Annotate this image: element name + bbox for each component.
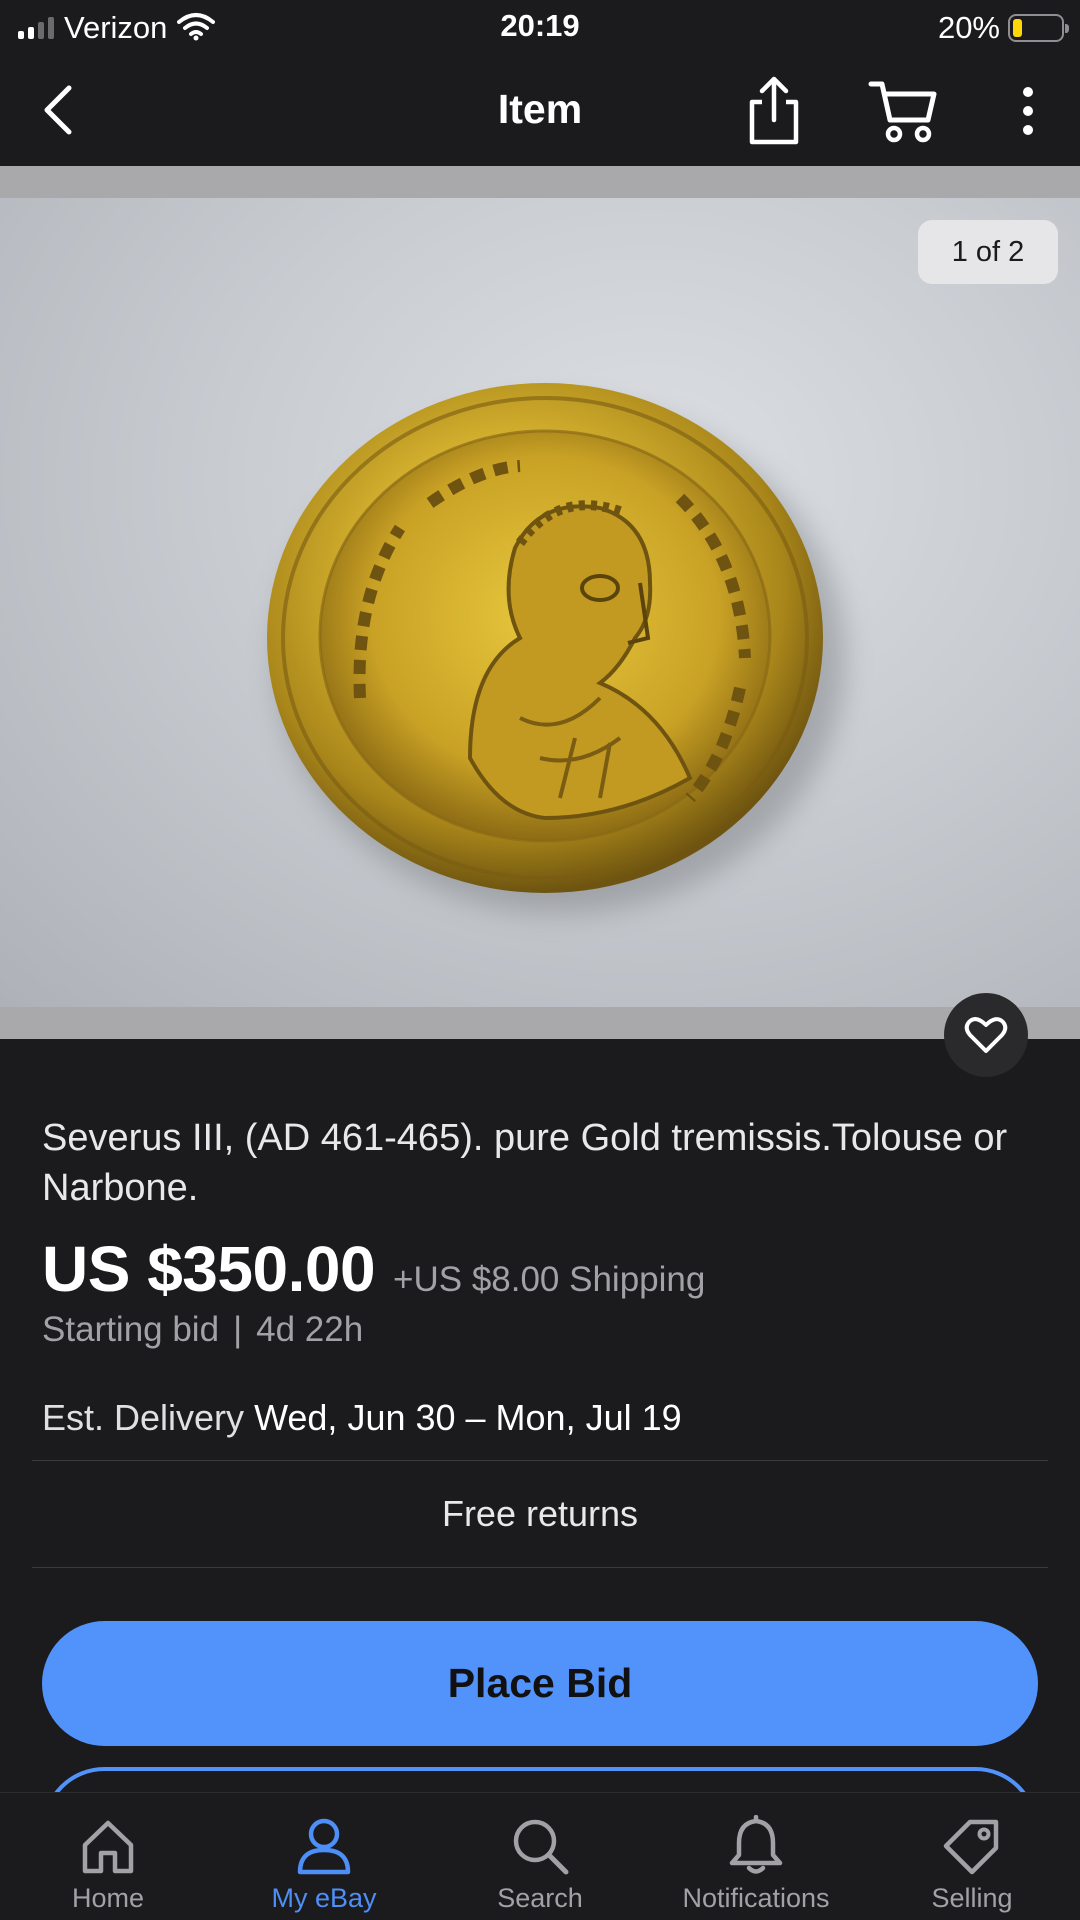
delivery-label: Est. Delivery [42, 1397, 245, 1438]
battery-level [1013, 19, 1023, 37]
cart-icon [868, 81, 937, 143]
cart-button[interactable] [868, 78, 938, 144]
photo-counter: 1 of 2 [918, 220, 1058, 284]
bid-separator: | [233, 1310, 243, 1349]
search-icon [513, 1819, 569, 1875]
heart-icon [964, 1017, 1008, 1053]
item-title: Severus III, (AD 461-465). pure Gold tre… [42, 1117, 1008, 1209]
battery-icon [1008, 14, 1069, 42]
status-bar: Verizon 20:19 20% [0, 0, 1080, 56]
tab-label: My eBay [271, 1883, 377, 1913]
place-bid-button[interactable]: Place Bid [42, 1621, 1038, 1746]
tag-icon [943, 1819, 999, 1875]
tab-label: Home [71, 1883, 145, 1913]
estimated-delivery: Est. Delivery Wed, Jun 30 – Mon, Jul 19 [42, 1397, 682, 1439]
user-icon [297, 1818, 351, 1875]
divider [32, 1567, 1048, 1568]
more-options-button[interactable] [1004, 84, 1052, 138]
gold-coin-image [267, 383, 845, 913]
tab-home[interactable]: Home [0, 1793, 216, 1920]
tab-label: Search [497, 1883, 583, 1913]
time-left: 4d 22h [256, 1310, 364, 1349]
share-button[interactable] [744, 76, 804, 146]
tab-bar: Home My eBay Search Notifications Sellin… [0, 1792, 1080, 1920]
item-price: US $350.00 [42, 1233, 376, 1305]
watch-button[interactable] [944, 993, 1028, 1077]
tab-notifications[interactable]: Notifications [648, 1793, 864, 1920]
share-icon [749, 76, 799, 145]
more-vertical-icon [1023, 87, 1033, 135]
returns-policy: Free returns [441, 1493, 639, 1534]
item-photo[interactable]: 1 of 2 [0, 198, 1080, 1007]
bell-icon [729, 1815, 783, 1874]
bid-type: Starting bid [42, 1310, 220, 1349]
home-icon [82, 1820, 134, 1874]
clock: 20:19 [500, 8, 580, 43]
price-row: US $350.00 +US $8.00 Shipping [42, 1232, 705, 1306]
status-right: 20% [937, 8, 1069, 48]
bid-info: Starting bid | 4d 22h [42, 1310, 363, 1350]
divider [32, 1460, 1048, 1461]
tab-label: Notifications [682, 1883, 830, 1913]
tab-my-ebay[interactable]: My eBay [216, 1793, 432, 1920]
photo-gallery[interactable]: 1 of 2 [0, 166, 1080, 1039]
delivery-dates: Wed, Jun 30 – Mon, Jul 19 [254, 1397, 682, 1438]
battery-percent: 20% [937, 10, 1000, 45]
nav-bar: Item [0, 56, 1080, 166]
tab-search[interactable]: Search [432, 1793, 648, 1920]
shipping-cost: +US $8.00 Shipping [393, 1260, 706, 1299]
tab-selling[interactable]: Selling [864, 1793, 1080, 1920]
tab-label: Selling [931, 1883, 1013, 1913]
